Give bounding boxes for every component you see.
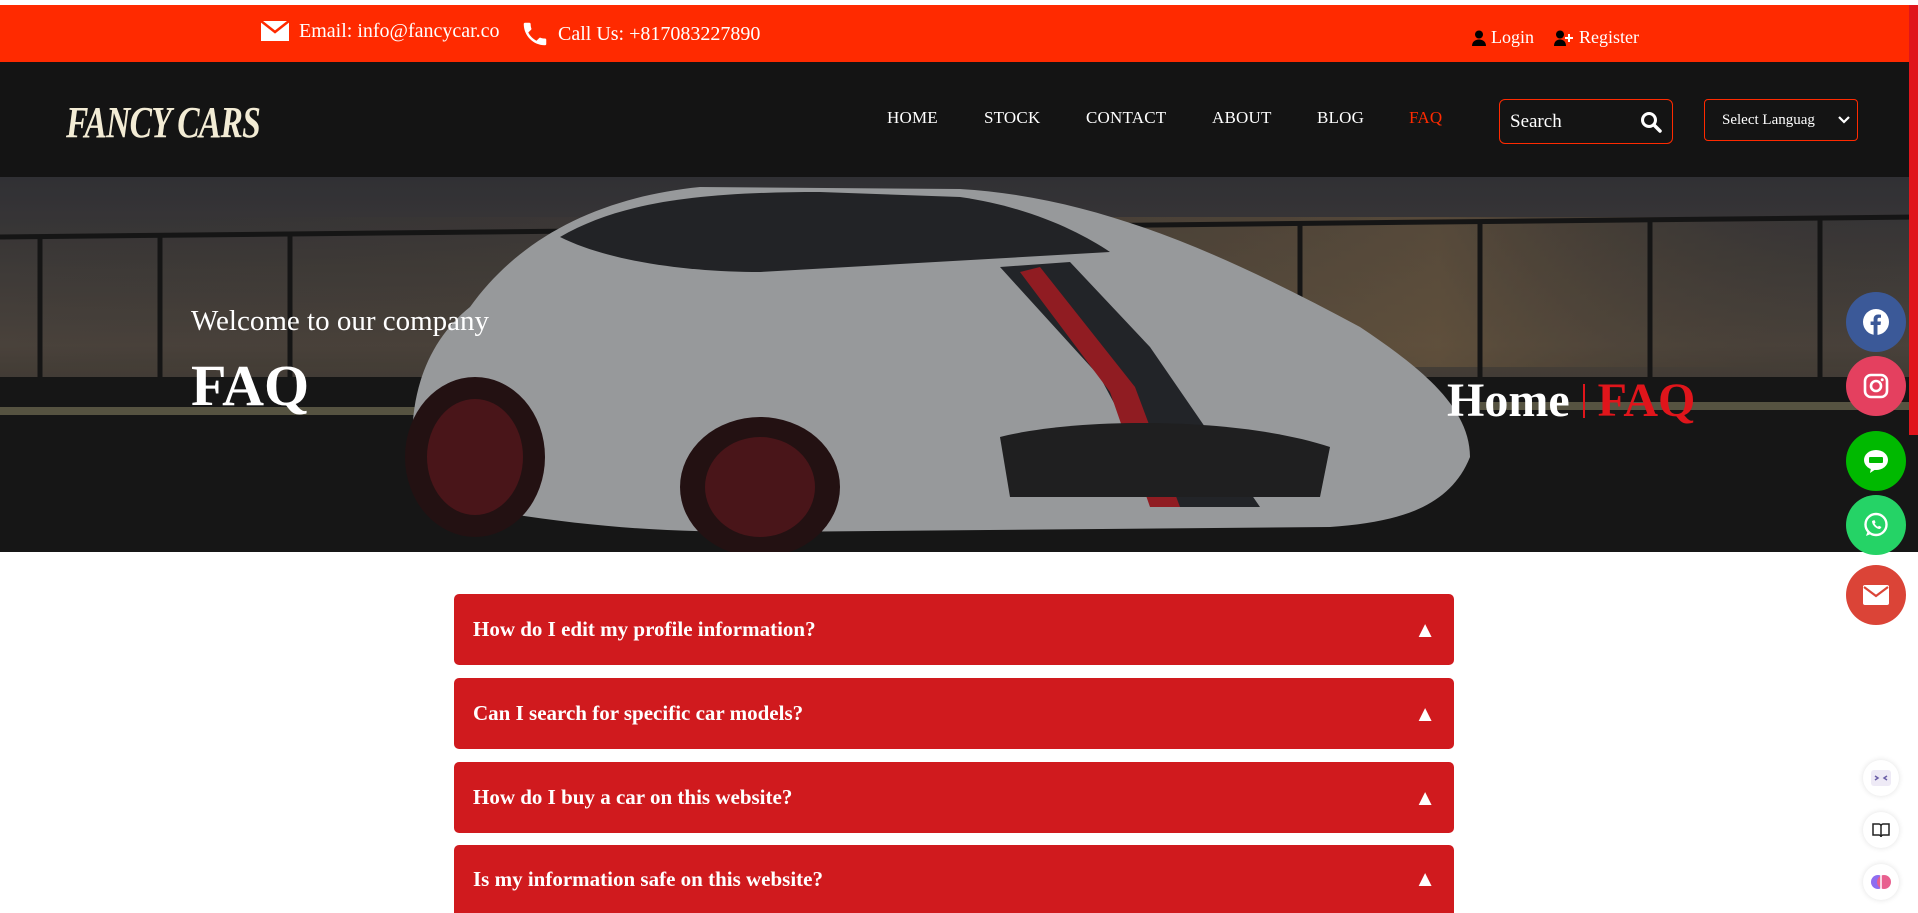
search-icon[interactable] [1640,111,1662,133]
svg-text:FANCY CARS: FANCY CARS [65,98,260,147]
line-icon [1864,450,1888,473]
triangle-up-icon: ▲ [1414,616,1436,642]
login-label: Login [1491,27,1534,47]
register-link[interactable]: Register [1554,27,1639,48]
hero-welcome-text: Welcome to our company [191,305,490,337]
nav-faq[interactable]: FAQ [1409,108,1442,128]
user-icon [1472,30,1486,46]
faq-question: How do I buy a car on this website? [473,785,793,809]
nav-blog[interactable]: BLOG [1317,108,1364,128]
login-link[interactable]: Login [1472,27,1534,48]
faq-question: Is my information safe on this website? [473,866,823,891]
extension-translate-icon[interactable] [1863,760,1899,796]
facebook-icon [1863,309,1889,335]
breadcrumb-current: FAQ [1597,374,1696,427]
triangle-up-icon: ▲ [1414,700,1436,726]
mail-button[interactable] [1846,565,1906,625]
faq-item[interactable]: Can I search for specific car models? ▲ [454,678,1454,749]
nav-home[interactable]: HOME [887,108,938,128]
triangle-up-icon: ▲ [1414,784,1436,810]
book-icon[interactable] [1863,812,1899,848]
instagram-icon [1863,373,1889,399]
nav-about[interactable]: ABOUT [1212,108,1272,128]
faq-item[interactable]: How do I edit my profile information? ▲ [454,594,1454,665]
whatsapp-button[interactable] [1846,495,1906,555]
top-contact-bar: Email: info@fancycar.co Call Us: +817083… [0,5,1918,62]
faq-item[interactable]: How do I buy a car on this website? ▲ [454,762,1454,833]
hero-page-title: FAQ [191,353,310,418]
instagram-button[interactable] [1846,356,1906,416]
nav-contact[interactable]: CONTACT [1086,108,1166,128]
hero-banner: Welcome to our company FAQ Home FAQ [0,177,1918,552]
search-placeholder: Search [1510,110,1562,132]
breadcrumb: Home FAQ [1447,373,1695,428]
breadcrumb-separator [1582,383,1585,418]
brain-icon[interactable] [1863,864,1899,900]
phone-link[interactable]: Call Us: +817083227890 [520,19,760,49]
whatsapp-icon [1864,512,1888,537]
language-value: Select Languag [1722,111,1815,128]
faq-question: Can I search for specific car models? [473,701,804,725]
language-select[interactable]: Select Languag [1704,99,1858,141]
phone-icon [523,22,547,46]
register-label: Register [1579,27,1639,47]
faq-question: How do I edit my profile information? [473,617,816,641]
chevron-down-icon [1838,116,1850,124]
triangle-up-icon: ▲ [1414,866,1436,891]
faq-item[interactable]: Is my information safe on this website? … [454,845,1454,913]
envelope-icon [260,20,290,41]
main-navbar: FANCY CARS HOME STOCK CONTACT ABOUT BLOG… [0,62,1918,177]
user-plus-icon [1554,30,1573,46]
email-text: Email: info@fancycar.co [299,19,500,42]
phone-text: Call Us: +817083227890 [558,22,761,45]
line-button[interactable] [1846,431,1906,491]
scrollbar-thumb[interactable] [1909,5,1918,435]
breadcrumb-home[interactable]: Home [1447,373,1570,428]
fancy-cars-logo[interactable]: FANCY CARS [64,92,264,152]
nav-stock[interactable]: STOCK [984,108,1040,128]
mail-icon [1863,585,1889,605]
facebook-button[interactable] [1846,292,1906,352]
email-link[interactable]: Email: info@fancycar.co [259,19,500,43]
search-input[interactable]: Search [1499,99,1673,144]
